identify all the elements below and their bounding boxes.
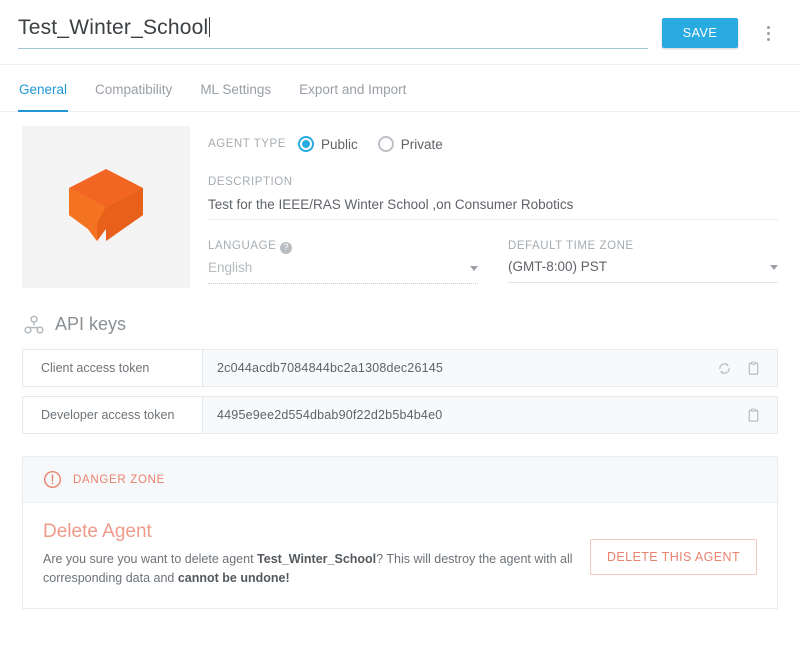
agent-avatar[interactable] [22, 126, 190, 288]
danger-zone-panel: DANGER ZONE Delete Agent Are you sure yo… [22, 456, 778, 609]
share-nodes-icon [24, 315, 44, 334]
agent-cube-logo-icon [69, 169, 143, 241]
radio-public-dot [297, 136, 314, 152]
radio-private-label: Private [400, 136, 443, 152]
api-key-row-developer: Developer access token 4495e9ee2d554dbab… [22, 396, 778, 434]
delete-warning-bold: cannot be undone! [177, 571, 290, 585]
danger-zone-label: DANGER ZONE [73, 473, 166, 486]
language-block: LANGUAGE? English [208, 240, 478, 284]
timezone-block: DEFAULT TIME ZONE (GMT-8:00) PST [508, 240, 778, 284]
language-select[interactable]: English [208, 260, 478, 284]
client-token-value[interactable]: 2c044acdb7084844bc2a1308dec26145 [203, 350, 709, 386]
agent-type-label: AGENT TYPE [208, 138, 286, 150]
delete-agent-name: Test_Winter_School [257, 552, 377, 566]
tab-general[interactable]: General [18, 65, 69, 112]
radio-public-label: Public [320, 136, 358, 152]
radio-private[interactable]: Private [377, 136, 443, 152]
tab-export-and-import[interactable]: Export and Import [298, 65, 407, 111]
api-keys-title: API keys [55, 314, 127, 334]
general-settings-panel: AGENT TYPE Public Private DESCRIPTION Te… [0, 112, 800, 609]
description-block: DESCRIPTION Test for the IEEE/RAS Winter… [208, 176, 778, 220]
kebab-dot [766, 31, 770, 35]
developer-token-actions [738, 397, 777, 433]
help-circle-icon[interactable]: ? [280, 241, 293, 254]
description-label: DESCRIPTION [208, 176, 293, 188]
client-token-actions [709, 350, 777, 386]
language-label: LANGUAGE? [208, 240, 478, 254]
language-value: English [208, 259, 253, 275]
agent-summary-row: AGENT TYPE Public Private DESCRIPTION Te… [22, 126, 778, 288]
more-options-icon[interactable] [758, 20, 778, 46]
kebab-dot [766, 25, 770, 29]
tab-ml-settings[interactable]: ML Settings [199, 65, 272, 111]
save-button[interactable]: SAVE [662, 18, 738, 48]
api-key-row-client: Client access token 2c044acdb7084844bc2a… [22, 349, 778, 387]
page-header: Test_Winter_School SAVE [0, 0, 800, 65]
developer-token-label: Developer access token [23, 397, 203, 433]
timezone-value: (GMT-8:00) PST [508, 259, 608, 274]
language-timezone-row: LANGUAGE? English DEFAULT TIME ZONE (GMT… [208, 240, 778, 284]
timezone-label: DEFAULT TIME ZONE [508, 240, 634, 252]
language-label-text: LANGUAGE [208, 240, 277, 252]
client-token-label: Client access token [23, 350, 203, 386]
chevron-down-icon [770, 265, 778, 270]
copy-icon[interactable] [746, 408, 761, 423]
api-keys-header: API keys [24, 314, 778, 335]
text-cursor [209, 17, 211, 37]
alert-circle-icon [43, 470, 62, 489]
delete-agent-section: Delete Agent Are you sure you want to de… [23, 503, 777, 608]
chevron-down-icon [470, 265, 478, 271]
radio-public[interactable]: Public [297, 136, 358, 152]
agent-type-radio-group: Public Private [297, 136, 443, 152]
kebab-dot [766, 37, 770, 41]
danger-zone-banner: DANGER ZONE [23, 457, 777, 503]
copy-icon[interactable] [746, 361, 761, 376]
tab-compatibility[interactable]: Compatibility [94, 65, 173, 111]
tab-bar: General Compatibility ML Settings Export… [0, 65, 800, 112]
agent-type-row: AGENT TYPE Public Private [208, 132, 778, 156]
delete-text-part-1: Are you sure you want to delete agent [43, 552, 258, 566]
agent-name-input[interactable]: Test_Winter_School [18, 14, 648, 49]
agent-name-value: Test_Winter_School [18, 16, 209, 39]
delete-agent-title: Delete Agent [43, 521, 152, 542]
timezone-select[interactable]: (GMT-8:00) PST [508, 259, 778, 283]
agent-fields: AGENT TYPE Public Private DESCRIPTION Te… [208, 126, 778, 288]
radio-private-dot [377, 136, 394, 152]
developer-token-value[interactable]: 4495e9ee2d554dbab90f22d2b5b4b4e0 [203, 397, 738, 433]
description-input[interactable]: Test for the IEEE/RAS Winter School ,on … [208, 188, 778, 220]
api-keys-table: Client access token 2c044acdb7084844bc2a… [22, 349, 778, 434]
delete-agent-text: Delete Agent Are you sure you want to de… [43, 521, 573, 588]
delete-this-agent-button[interactable]: DELETE THIS AGENT [590, 539, 757, 575]
refresh-icon[interactable] [717, 361, 732, 376]
agent-name-field[interactable]: Test_Winter_School [18, 14, 648, 49]
delete-agent-description: Are you sure you want to delete agent Te… [43, 550, 573, 588]
